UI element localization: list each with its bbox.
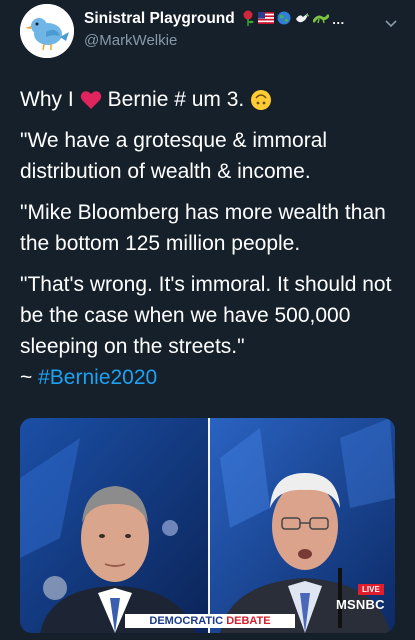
- tweet-header: Sinistral Playground … @MarkWelkie: [0, 0, 415, 70]
- ellipsis-icon: …: [331, 11, 345, 27]
- heart-icon: [80, 90, 101, 109]
- banner-part-2: DEBATE: [226, 615, 271, 627]
- globe-icon: [277, 11, 291, 27]
- debate-banner: DEMOCRATIC DEBATE: [125, 614, 295, 628]
- name-row: Sinistral Playground …: [84, 8, 345, 30]
- display-name[interactable]: Sinistral Playground: [84, 10, 235, 28]
- line1-prefix: Why I: [20, 88, 74, 111]
- avatar[interactable]: [20, 4, 74, 58]
- tweet-paragraph-1: "We have a grotesque & immoral distribut…: [20, 129, 328, 183]
- chevron-down-icon[interactable]: [384, 16, 398, 30]
- hashtag-link[interactable]: #Bernie2020: [38, 366, 157, 389]
- handle[interactable]: @MarkWelkie: [84, 32, 177, 49]
- network-logo: MSNBC: [336, 597, 385, 612]
- hashtag-line: ~ #Bernie2020: [20, 362, 400, 393]
- tweet-paragraph-3: "That's wrong. It's immoral. It should n…: [20, 273, 392, 358]
- line1-suffix: Bernie # um 3.: [107, 88, 245, 111]
- upside-down-face-icon: [251, 89, 272, 110]
- tweet-paragraph-2: "Mike Bloomberg has more wealth than the…: [20, 201, 386, 255]
- live-badge: LIVE: [358, 584, 384, 595]
- tweet-line-1: Why I Bernie # um 3.: [20, 84, 400, 115]
- tweet-body: Why I Bernie # um 3. "We have a grotesqu…: [20, 84, 400, 403]
- lizard-icon: [312, 11, 330, 27]
- tweet-media[interactable]: LIVE MSNBC DEMOCRATIC DEBATE: [20, 418, 395, 633]
- us-flag-icon: [257, 12, 274, 26]
- rose-icon: [241, 10, 255, 28]
- name-emojis: …: [241, 10, 345, 28]
- tag-prefix: ~: [20, 366, 39, 389]
- banner-part-1: DEMOCRATIC: [149, 615, 224, 627]
- bird-icon: [20, 4, 74, 58]
- dove-icon: [294, 11, 310, 27]
